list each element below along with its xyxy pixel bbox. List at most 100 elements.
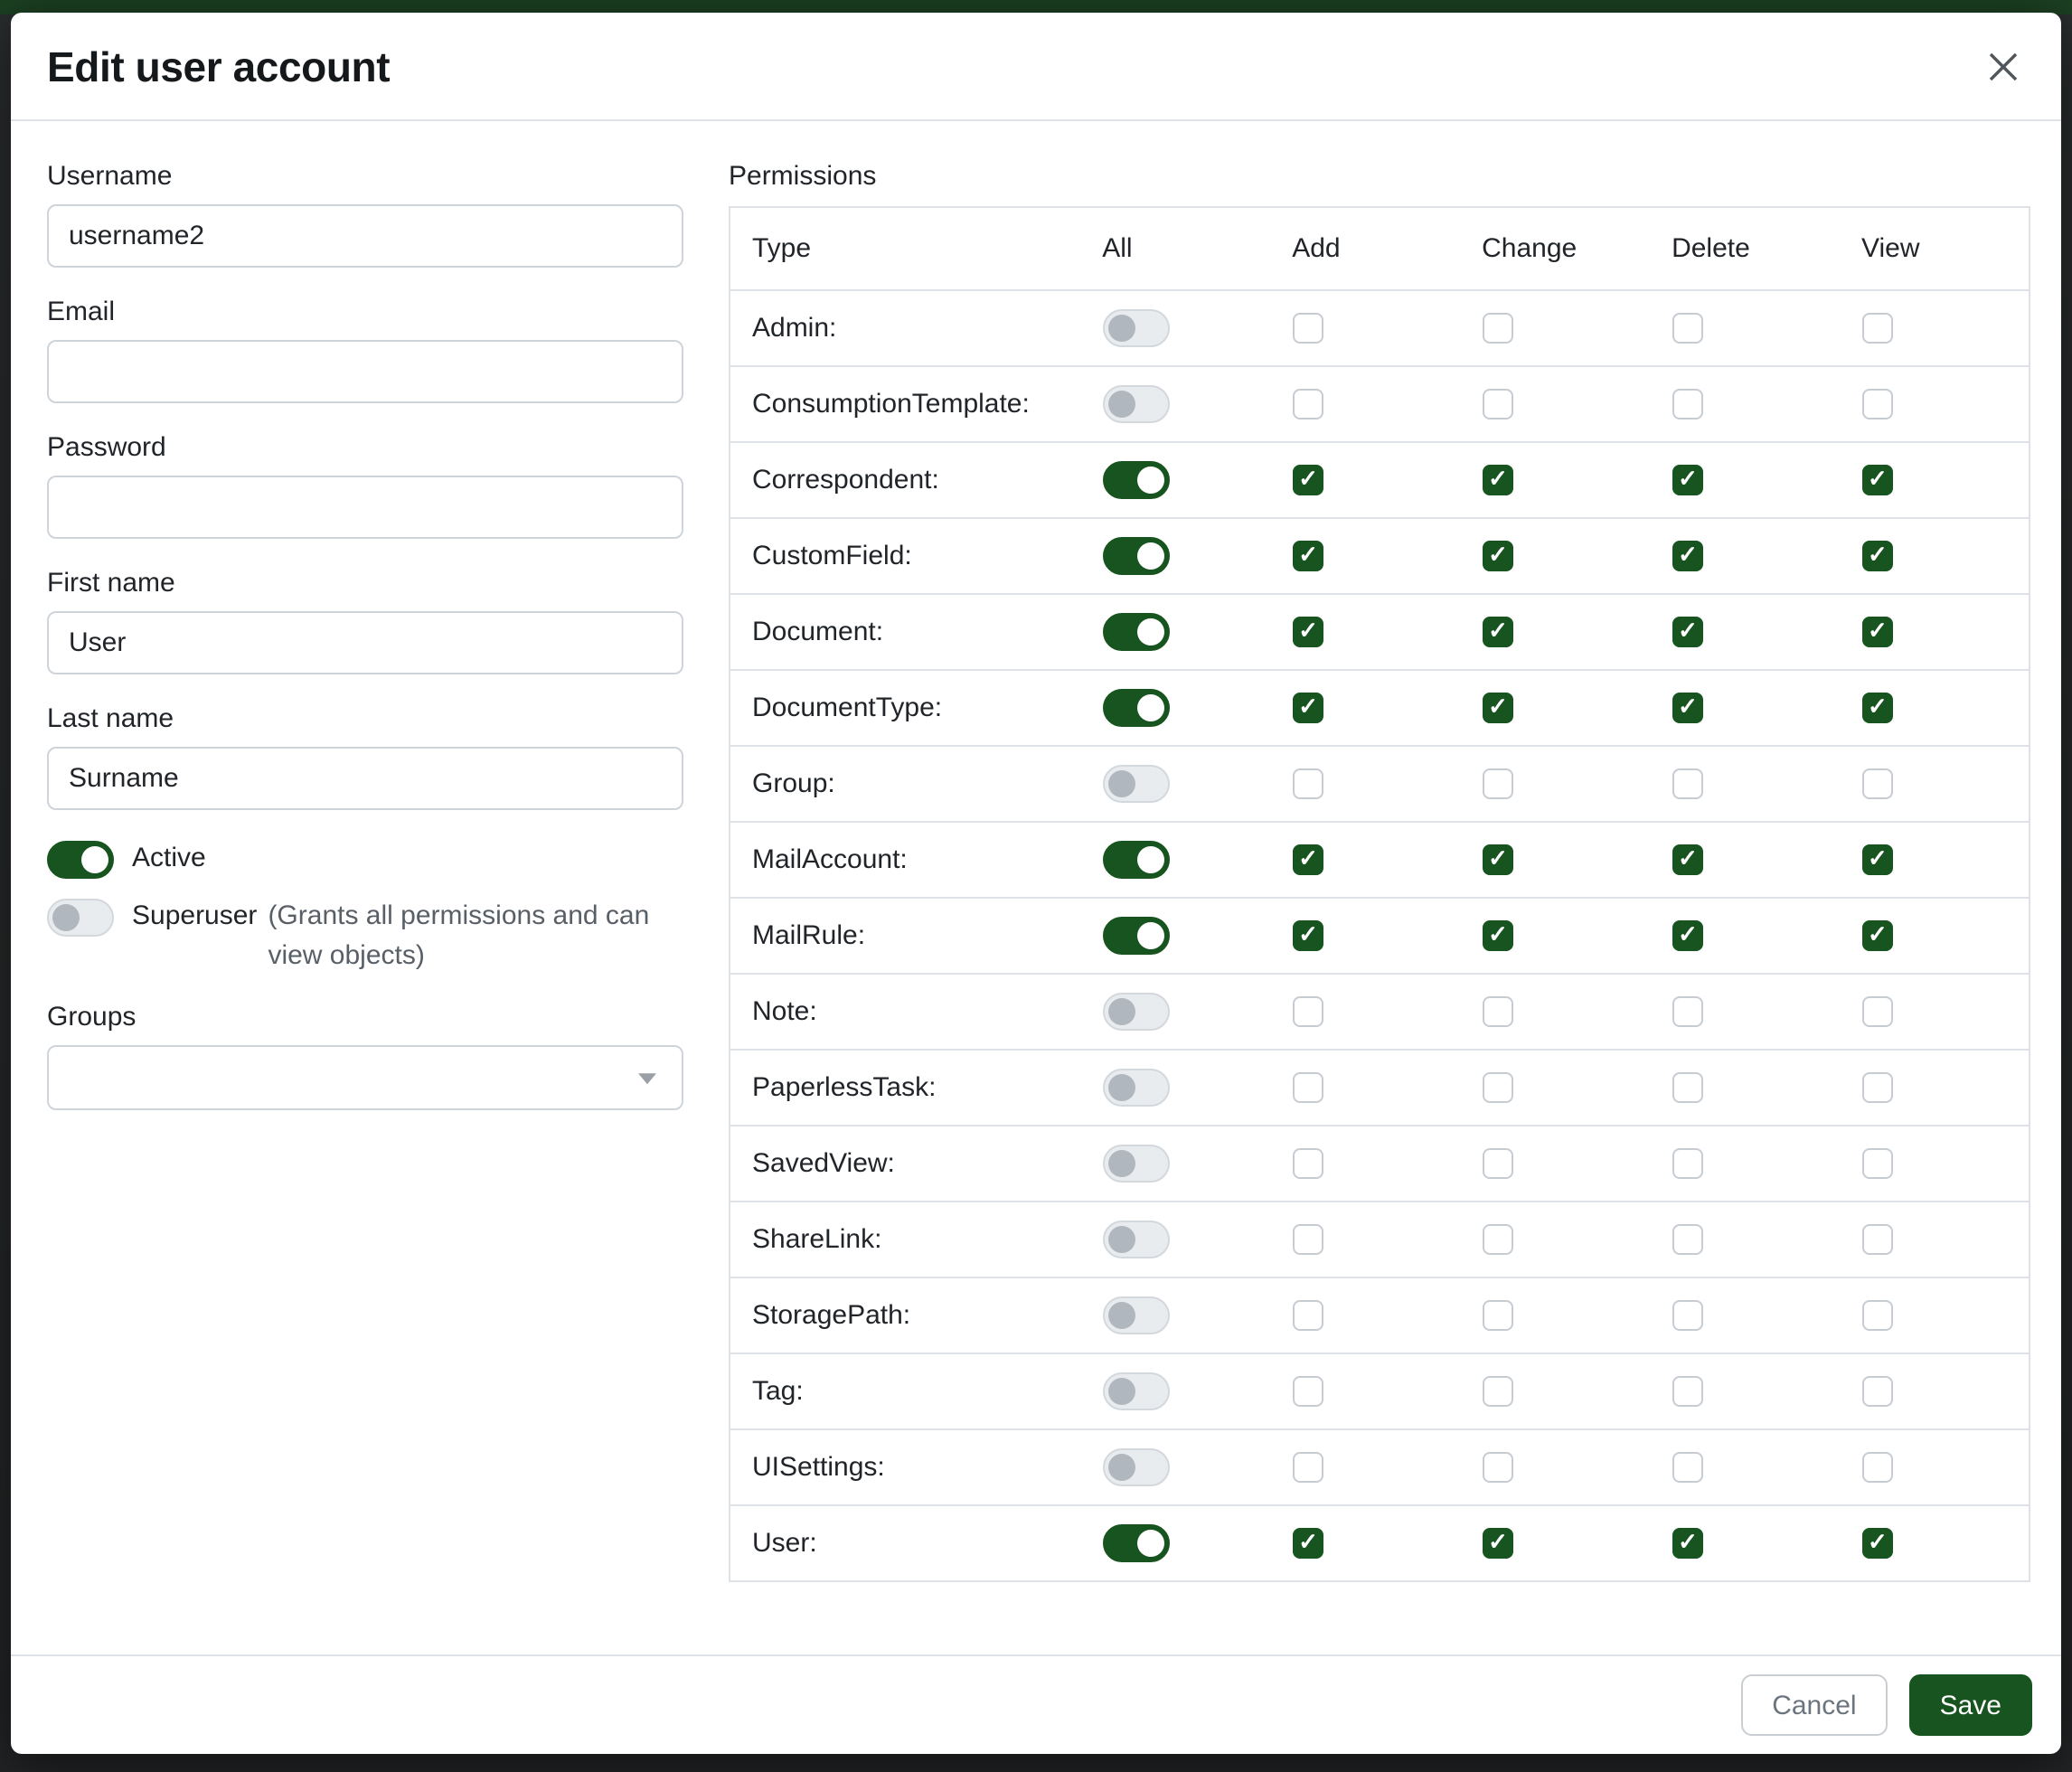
permission-view-checkbox[interactable] [1861, 997, 1892, 1028]
permission-view-checkbox[interactable] [1861, 845, 1892, 876]
permission-change-checkbox[interactable] [1482, 1529, 1512, 1560]
permission-view-checkbox[interactable] [1861, 1377, 1892, 1408]
permission-row: ConsumptionTemplate: [730, 366, 2030, 442]
permission-view-checkbox[interactable] [1861, 1529, 1892, 1560]
active-toggle[interactable] [47, 841, 114, 879]
permission-delete-checkbox[interactable] [1672, 769, 1702, 800]
permission-view-checkbox[interactable] [1861, 390, 1892, 420]
permission-add-checkbox[interactable] [1292, 390, 1323, 420]
permission-view-checkbox[interactable] [1861, 1073, 1892, 1104]
permission-delete-checkbox[interactable] [1672, 617, 1702, 648]
permission-change-checkbox[interactable] [1482, 466, 1512, 496]
permission-add-checkbox[interactable] [1292, 845, 1323, 876]
permission-all-toggle[interactable] [1102, 993, 1169, 1031]
permission-all-toggle[interactable] [1102, 309, 1169, 347]
permission-delete-checkbox[interactable] [1672, 1073, 1702, 1104]
permission-delete-checkbox[interactable] [1672, 1225, 1702, 1256]
permission-all-toggle[interactable] [1102, 1372, 1169, 1410]
permission-all-toggle[interactable] [1102, 1524, 1169, 1562]
permission-change-checkbox[interactable] [1482, 617, 1512, 648]
permission-add-checkbox[interactable] [1292, 1225, 1323, 1256]
permission-all-toggle[interactable] [1102, 537, 1169, 575]
permission-view-checkbox[interactable] [1861, 921, 1892, 952]
permission-delete-checkbox[interactable] [1672, 1453, 1702, 1484]
permission-view-checkbox[interactable] [1861, 1225, 1892, 1256]
permission-all-toggle[interactable] [1102, 1145, 1169, 1183]
permission-change-checkbox[interactable] [1482, 1453, 1512, 1484]
permission-change-checkbox[interactable] [1482, 314, 1512, 344]
permission-delete-checkbox[interactable] [1672, 1529, 1702, 1560]
username-input[interactable] [47, 204, 683, 268]
column-header-add: Add [1270, 207, 1460, 290]
permission-delete-checkbox[interactable] [1672, 542, 1702, 572]
permission-delete-checkbox[interactable] [1672, 845, 1702, 876]
permission-add-checkbox[interactable] [1292, 542, 1323, 572]
permission-add-checkbox[interactable] [1292, 466, 1323, 496]
permission-add-checkbox[interactable] [1292, 617, 1323, 648]
permission-delete-checkbox[interactable] [1672, 466, 1702, 496]
permission-add-checkbox[interactable] [1292, 769, 1323, 800]
permission-view-checkbox[interactable] [1861, 1453, 1892, 1484]
permission-add-checkbox[interactable] [1292, 1529, 1323, 1560]
close-button[interactable] [1978, 42, 2029, 92]
permission-delete-checkbox[interactable] [1672, 1377, 1702, 1408]
permission-add-checkbox[interactable] [1292, 693, 1323, 724]
permission-all-toggle[interactable] [1102, 841, 1169, 879]
permission-view-checkbox[interactable] [1861, 1301, 1892, 1332]
permission-change-checkbox[interactable] [1482, 1377, 1512, 1408]
permission-all-toggle[interactable] [1102, 1069, 1169, 1107]
permission-delete-checkbox[interactable] [1672, 997, 1702, 1028]
permission-add-checkbox[interactable] [1292, 1149, 1323, 1180]
permission-view-checkbox[interactable] [1861, 617, 1892, 648]
permission-add-checkbox[interactable] [1292, 1301, 1323, 1332]
permission-all-toggle[interactable] [1102, 1296, 1169, 1334]
permission-change-checkbox[interactable] [1482, 1301, 1512, 1332]
permission-view-checkbox[interactable] [1861, 466, 1892, 496]
first-name-input[interactable] [47, 611, 683, 674]
permission-change-checkbox[interactable] [1482, 693, 1512, 724]
permission-view-checkbox[interactable] [1861, 693, 1892, 724]
permission-add-checkbox[interactable] [1292, 1073, 1323, 1104]
save-button[interactable]: Save [1909, 1674, 2032, 1736]
edit-user-modal: Edit user account Username Email [11, 13, 2061, 1754]
permission-add-checkbox[interactable] [1292, 314, 1323, 344]
permission-all-toggle[interactable] [1102, 1448, 1169, 1486]
permission-all-toggle[interactable] [1102, 613, 1169, 651]
permission-delete-checkbox[interactable] [1672, 314, 1702, 344]
permission-add-checkbox[interactable] [1292, 1453, 1323, 1484]
cancel-button[interactable]: Cancel [1741, 1674, 1887, 1736]
groups-select[interactable] [47, 1045, 683, 1110]
permission-all-toggle[interactable] [1102, 917, 1169, 955]
permission-change-checkbox[interactable] [1482, 1073, 1512, 1104]
permission-delete-checkbox[interactable] [1672, 693, 1702, 724]
permission-delete-checkbox[interactable] [1672, 390, 1702, 420]
email-input[interactable] [47, 340, 683, 403]
permission-all-toggle[interactable] [1102, 689, 1169, 727]
permission-change-checkbox[interactable] [1482, 997, 1512, 1028]
permission-change-checkbox[interactable] [1482, 769, 1512, 800]
permission-all-toggle[interactable] [1102, 461, 1169, 499]
column-header-type: Type [730, 207, 1080, 290]
permission-change-checkbox[interactable] [1482, 390, 1512, 420]
permission-change-checkbox[interactable] [1482, 1149, 1512, 1180]
permission-view-checkbox[interactable] [1861, 1149, 1892, 1180]
permission-view-checkbox[interactable] [1861, 314, 1892, 344]
permission-view-checkbox[interactable] [1861, 542, 1892, 572]
permission-all-toggle[interactable] [1102, 385, 1169, 423]
password-input[interactable] [47, 476, 683, 539]
permission-change-checkbox[interactable] [1482, 542, 1512, 572]
permission-view-checkbox[interactable] [1861, 769, 1892, 800]
permission-change-checkbox[interactable] [1482, 921, 1512, 952]
permission-all-toggle[interactable] [1102, 1221, 1169, 1258]
last-name-input[interactable] [47, 747, 683, 810]
permission-delete-checkbox[interactable] [1672, 1301, 1702, 1332]
permission-add-checkbox[interactable] [1292, 997, 1323, 1028]
permission-add-checkbox[interactable] [1292, 921, 1323, 952]
permission-add-checkbox[interactable] [1292, 1377, 1323, 1408]
permission-delete-checkbox[interactable] [1672, 921, 1702, 952]
permission-change-checkbox[interactable] [1482, 1225, 1512, 1256]
permission-change-checkbox[interactable] [1482, 845, 1512, 876]
superuser-toggle[interactable] [47, 899, 114, 937]
permission-all-toggle[interactable] [1102, 765, 1169, 803]
permission-delete-checkbox[interactable] [1672, 1149, 1702, 1180]
